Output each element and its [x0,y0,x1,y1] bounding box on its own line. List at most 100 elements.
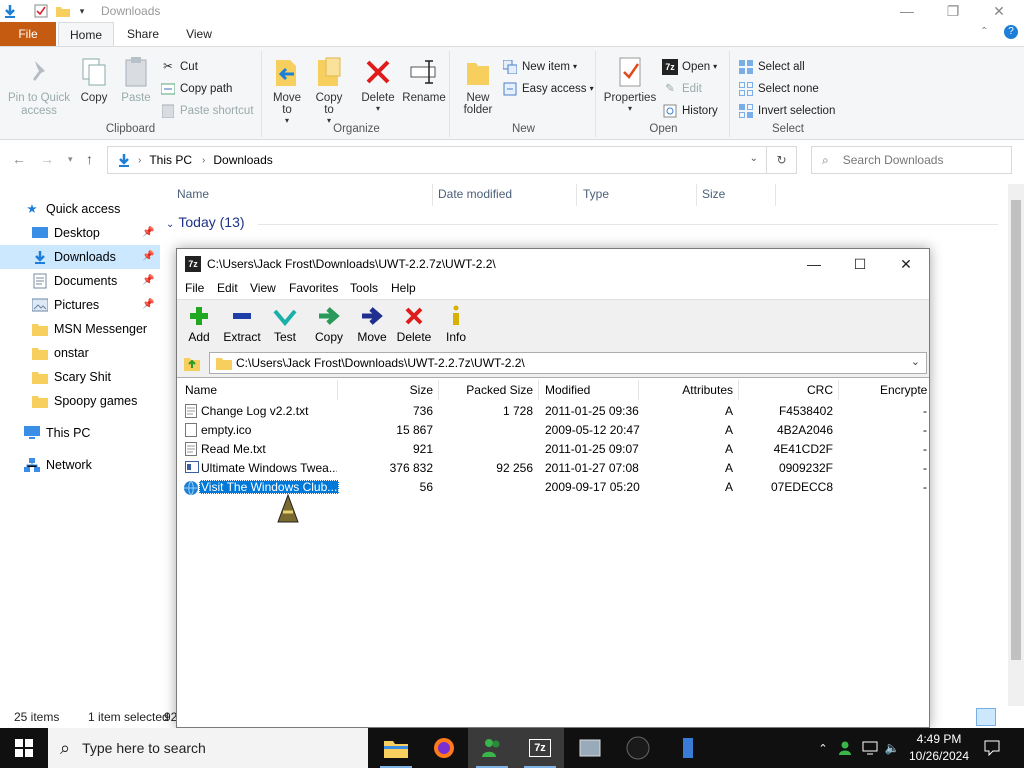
nav-network[interactable]: Network [24,453,160,477]
taskbar-app-2[interactable] [614,728,662,768]
copy-archive-button[interactable]: Copy [313,304,345,344]
taskbar-clock[interactable]: 4:49 PM 10/26/2024 [900,731,978,765]
nav-spoopy-games[interactable]: Spoopy games [0,389,160,413]
menu-help[interactable]: Help [391,281,416,295]
taskbar-file-explorer[interactable] [372,728,420,768]
nav-desktop[interactable]: Desktop 📌 [0,221,160,245]
address-bar[interactable]: › This PC › Downloads ⌄ [107,146,767,174]
copy-path-button[interactable]: Copy path [160,79,232,99]
nav-pictures[interactable]: Pictures 📌 [0,293,160,317]
column-type[interactable]: Type [583,184,609,206]
tab-file[interactable]: File [0,22,56,46]
large-icons-view-icon[interactable] [1000,708,1018,726]
rename-button[interactable]: Rename [402,55,446,104]
sz-col-modified[interactable]: Modified [545,380,590,400]
nav-onstar[interactable]: onstar [0,341,160,365]
column-date-modified[interactable]: Date modified [438,184,512,206]
collapse-ribbon-icon[interactable]: ⌃ [980,26,988,37]
menu-tools[interactable]: Tools [350,281,378,295]
cut-button[interactable]: ✂ Cut [160,57,198,77]
start-button[interactable] [0,728,48,768]
nav-documents[interactable]: Documents 📌 [0,269,160,293]
delete-button[interactable]: Delete ▾ [360,55,396,113]
tab-view[interactable]: View [174,22,224,46]
column-name[interactable]: Name [177,184,209,206]
nav-scary[interactable]: Scary Shit [0,365,160,389]
network-tray-icon[interactable] [860,728,880,768]
up-folder-icon[interactable] [183,354,201,372]
taskbar-search-box[interactable]: ⌕ Type here to search [48,728,368,768]
recent-locations-icon[interactable]: ▾ [68,154,73,165]
table-row[interactable]: Ultimate Windows Twea... 376 832 92 256 … [177,459,929,478]
notification-center-icon[interactable] [980,728,1004,768]
add-button[interactable]: Add [185,304,213,344]
properties-qat-icon[interactable] [33,3,49,19]
7zip-path-field[interactable]: C:\Users\Jack Frost\Downloads\UWT-2.2.7z… [209,352,927,374]
minimize-button[interactable]: — [884,0,930,22]
properties-button[interactable]: Properties ▾ [602,55,658,113]
breadcrumb-this-pc[interactable]: This PC [149,153,192,167]
history-button[interactable]: History [662,101,718,121]
taskbar-app-3[interactable] [664,728,712,768]
7zip-maximize-button[interactable]: ☐ [837,249,883,279]
sz-col-packed[interactable]: Packed Size [447,380,533,400]
tray-msn-icon[interactable] [836,728,856,768]
pin-quick-access-button[interactable]: Pin to Quick access [4,55,74,118]
table-row[interactable]: Change Log v2.2.txt 736 1 728 2011-01-25… [177,402,929,421]
7zip-minimize-button[interactable]: — [791,249,837,279]
back-arrow-icon[interactable]: ← [12,151,26,167]
volume-tray-icon[interactable]: 🔈 [882,728,902,768]
nav-msn-messenger[interactable]: MSN Messenger [0,317,160,341]
menu-view[interactable]: View [250,281,276,295]
column-size[interactable]: Size [702,184,725,206]
taskbar-msn[interactable] [468,728,516,768]
copy-button[interactable]: Copy [76,55,112,104]
qat-dropdown-icon[interactable]: ▾ [74,3,90,19]
new-item-button[interactable]: New item ▾ [502,57,577,77]
sz-col-crc[interactable]: CRC [747,380,833,400]
group-header-today[interactable]: ⌄ Today (13) [166,214,245,230]
info-button[interactable]: Info [443,304,469,344]
move-archive-button[interactable]: Move [355,304,389,344]
nav-quick-access[interactable]: ★ Quick access [24,197,160,221]
invert-selection-button[interactable]: Invert selection [738,101,835,121]
forward-arrow-icon[interactable]: → [40,151,54,167]
easy-access-button[interactable]: Easy access ▾ [502,79,594,99]
delete-archive-button[interactable]: Delete [395,304,433,344]
new-folder-qat-icon[interactable] [55,3,71,19]
paste-button[interactable]: Paste [118,55,154,104]
select-all-button[interactable]: Select all [738,57,805,77]
table-row[interactable]: empty.ico 15 867 2009-05-12 20:47 A 4B2A… [177,421,929,440]
tab-share[interactable]: Share [118,22,168,46]
tray-overflow-icon[interactable]: ⌃ [814,728,832,768]
copy-to-button[interactable]: Copy to ▾ [312,55,346,125]
sz-col-attributes[interactable]: Attributes [647,380,733,400]
maximize-button[interactable]: ❐ [930,0,976,22]
search-box[interactable]: ⌕ Search Downloads [811,146,1012,174]
paste-shortcut-button[interactable]: Paste shortcut [160,101,254,121]
taskbar-7zip[interactable]: 7z [516,728,564,768]
sz-col-encrypted[interactable]: Encrypte [880,380,927,400]
extract-button[interactable]: Extract [221,304,263,344]
open-button[interactable]: 7z Open ▾ [662,57,717,77]
scrollbar-thumb[interactable] [1011,200,1021,660]
address-dropdown-icon[interactable]: ⌄ [750,153,758,164]
help-icon[interactable]: ? [1004,25,1018,39]
edit-button[interactable]: ✎ Edit [662,79,702,99]
new-folder-button[interactable]: New folder [458,55,498,116]
menu-edit[interactable]: Edit [217,281,238,295]
refresh-button[interactable]: ↻ [767,146,797,174]
up-arrow-icon[interactable]: ↑ [86,151,93,167]
table-row[interactable]: Read Me.txt 921 2011-01-25 09:07 A 4E41C… [177,440,929,459]
sz-col-size[interactable]: Size [377,380,433,400]
7zip-close-button[interactable]: ✕ [883,249,929,279]
path-dropdown-icon[interactable]: ⌄ [911,355,920,368]
breadcrumb-downloads[interactable]: Downloads [213,153,272,167]
taskbar-firefox[interactable] [420,728,468,768]
nav-downloads[interactable]: Downloads 📌 [0,245,160,269]
test-button[interactable]: Test [271,304,299,344]
select-none-button[interactable]: Select none [738,79,819,99]
details-view-icon[interactable] [976,708,996,726]
vertical-scrollbar[interactable] [1008,184,1024,706]
taskbar-app-1[interactable] [566,728,614,768]
